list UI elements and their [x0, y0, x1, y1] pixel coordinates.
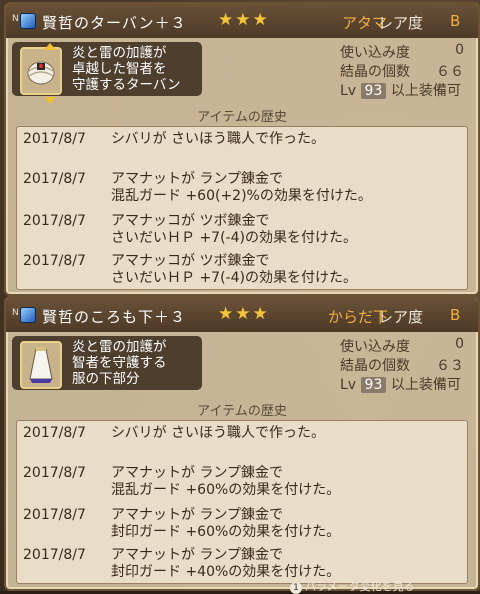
history-list: 2017/8/7 シバリが さいほう職人で作った。 2017/8/7 アマナット…	[16, 126, 468, 290]
history-list: 2017/8/7 シバリが さいほう職人で作った。 2017/8/7 アマナット…	[16, 420, 468, 584]
rarity-label: レア度	[378, 308, 424, 326]
lv-suffix: 以上装備可	[390, 83, 461, 99]
level-requirement: Lv 93 以上装備可	[340, 80, 461, 100]
history-text: アマナットが ランプ錬金で 混乱ガード +60(+2)%の効果を付けた。	[111, 171, 372, 204]
robe-bottom-icon[interactable]	[20, 341, 62, 389]
star-rating: ★★★	[218, 304, 270, 324]
item-description: 炎と雷の加護が 卓越した智者を 守護するターバン	[72, 45, 181, 93]
lv-prefix: Lv	[340, 83, 357, 99]
history-text: シバリが さいほう職人で作った。	[111, 425, 326, 441]
rarity-value: B	[450, 12, 461, 30]
level-requirement: Lv 93 以上装備可	[340, 374, 461, 394]
history-text: シバリが さいほう職人で作った。	[111, 131, 326, 147]
history-date: 2017/8/7	[23, 465, 86, 481]
lv-prefix: Lv	[340, 377, 357, 393]
item-name: 賢哲のころも下＋３	[42, 308, 187, 326]
item-panel-turban: N 賢哲のターバン＋３ ★★★ アタマ レア度 B 炎と雷の加護が 卓越した智者…	[4, 2, 480, 296]
history-text: アマナットが ランプ錬金で 混乱ガード +60%の効果を付けた。	[111, 465, 341, 498]
rarity-value: B	[450, 306, 461, 324]
blue-gem-icon	[20, 13, 36, 29]
item-name: 賢哲のターバン＋３	[42, 14, 187, 32]
history-text: アマナッコが ツボ錬金で さいだいＨＰ +7(-4)の効果を付けた。	[111, 213, 357, 246]
description-box: 炎と雷の加護が 卓越した智者を 守護するターバン	[12, 42, 202, 104]
history-date: 2017/8/7	[23, 171, 86, 187]
use-value: 0	[455, 42, 464, 58]
arrow-down-icon[interactable]	[44, 97, 56, 104]
use-label: 使い込み度	[340, 339, 410, 355]
crystal-label: 結晶の個数	[340, 64, 410, 80]
history-date: 2017/8/7	[23, 547, 86, 563]
use-label: 使い込み度	[340, 45, 410, 61]
history-title: アイテムの歴史	[197, 110, 287, 125]
lv-suffix: 以上装備可	[390, 377, 461, 393]
rarity-label: レア度	[378, 14, 424, 32]
n-badge: N	[12, 14, 19, 24]
history-date: 2017/8/7	[23, 507, 86, 523]
description-box: 炎と雷の加護が 智者を守護する 服の下部分	[12, 336, 202, 390]
item-panel-robe-bottom: N 賢哲のころも下＋３ ★★★ からだ下 レア度 B 炎と雷の加護が 智者を守護…	[4, 296, 480, 591]
lv-value: 93	[360, 83, 387, 99]
arrow-up-icon[interactable]	[44, 43, 56, 50]
history-date: 2017/8/7	[23, 253, 86, 269]
item-header: N 賢哲のターバン＋３ ★★★ アタマ レア度 B	[6, 4, 478, 38]
history-text: アマナッコが ツボ錬金で さいだいＨＰ +7(-4)の効果を付けた。	[111, 253, 357, 286]
item-header: N 賢哲のころも下＋３ ★★★ からだ下 レア度 B	[6, 298, 478, 332]
history-date: 2017/8/7	[23, 131, 86, 147]
parameter-change-hint[interactable]: 1 パラメータ変化を見る	[290, 578, 415, 594]
history-text: アマナットが ランプ錬金で 封印ガード +40%の効果を付けた。	[111, 547, 341, 580]
footer-label: パラメータ変化を見る	[305, 580, 415, 593]
n-badge: N	[12, 308, 19, 318]
history-text: アマナットが ランプ錬金で 封印ガード +60%の効果を付けた。	[111, 507, 341, 540]
blue-gem-icon	[20, 307, 36, 323]
use-value: 0	[455, 336, 464, 352]
turban-icon[interactable]	[20, 43, 62, 104]
history-date: 2017/8/7	[23, 213, 86, 229]
button-1-icon: 1	[290, 582, 302, 594]
crystal-value: ６６	[436, 64, 464, 80]
lv-value: 93	[360, 377, 387, 393]
item-description: 炎と雷の加護が 智者を守護する 服の下部分	[72, 339, 167, 387]
crystal-label: 結晶の個数	[340, 358, 410, 374]
crystal-value: ６３	[436, 358, 464, 374]
star-rating: ★★★	[218, 10, 270, 30]
history-date: 2017/8/7	[23, 425, 86, 441]
history-title: アイテムの歴史	[197, 404, 287, 419]
